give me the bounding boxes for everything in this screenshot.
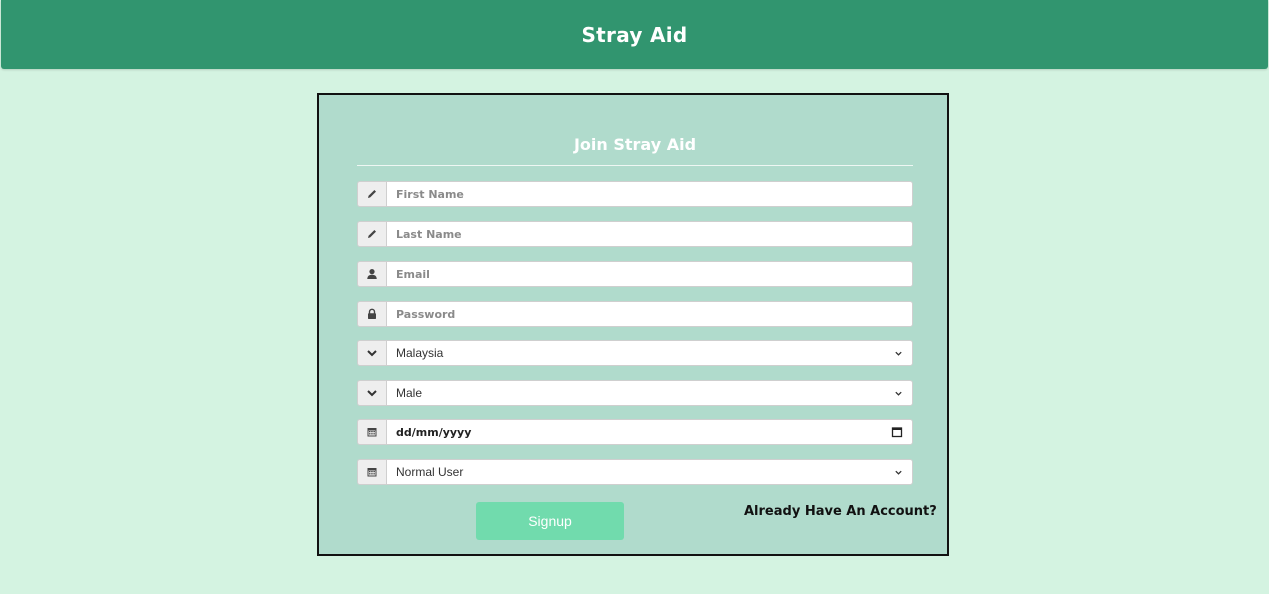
- signup-button[interactable]: Signup: [476, 502, 624, 540]
- last-name-row: Last Name: [357, 221, 913, 247]
- first-name-row: First Name: [357, 181, 913, 207]
- birthdate-row: dd/mm/yyyy: [357, 419, 913, 445]
- first-name-input[interactable]: First Name: [386, 181, 913, 207]
- birthdate-value: dd/mm/yyyy: [396, 425, 472, 439]
- country-select[interactable]: Malaysia: [386, 340, 913, 366]
- email-input[interactable]: Email: [386, 261, 913, 287]
- country-value: Malaysia: [396, 346, 444, 360]
- form-title: Join Stray Aid: [573, 135, 697, 154]
- first-name-placeholder: First Name: [396, 187, 464, 201]
- password-input[interactable]: Password: [386, 301, 913, 327]
- email-placeholder: Email: [396, 267, 430, 281]
- birthdate-input[interactable]: dd/mm/yyyy: [386, 419, 913, 445]
- pencil-icon: [357, 181, 386, 207]
- user-type-select[interactable]: Normal User: [386, 459, 913, 485]
- user-icon: [357, 261, 386, 287]
- pencil-icon: [357, 221, 386, 247]
- user-type-value: Normal User: [396, 465, 464, 479]
- select-arrow-icon: [894, 468, 903, 477]
- calendar-icon: [357, 419, 386, 445]
- last-name-placeholder: Last Name: [396, 227, 462, 241]
- signup-card: Join Stray Aid First Name Last Name Emai…: [317, 93, 949, 556]
- gender-select[interactable]: Male: [386, 380, 913, 406]
- password-row: Password: [357, 301, 913, 327]
- gender-value: Male: [396, 386, 423, 400]
- select-arrow-icon: [894, 349, 903, 358]
- password-placeholder: Password: [396, 307, 456, 321]
- email-row: Email: [357, 261, 913, 287]
- last-name-input[interactable]: Last Name: [386, 221, 913, 247]
- login-link[interactable]: Already Have An Account?: [744, 504, 937, 519]
- chevron-down-icon: [357, 340, 386, 366]
- country-row: Malaysia: [357, 340, 913, 366]
- chevron-down-icon: [357, 380, 386, 406]
- gender-row: Male: [357, 380, 913, 406]
- select-arrow-icon: [894, 389, 903, 398]
- date-picker-icon[interactable]: [891, 426, 903, 438]
- user-type-row: Normal User: [357, 459, 913, 485]
- top-header: Stray Aid: [1, 0, 1268, 69]
- calendar-icon: [357, 459, 386, 485]
- brand-title: Stray Aid: [581, 22, 688, 47]
- title-divider: [357, 165, 913, 166]
- lock-icon: [357, 301, 386, 327]
